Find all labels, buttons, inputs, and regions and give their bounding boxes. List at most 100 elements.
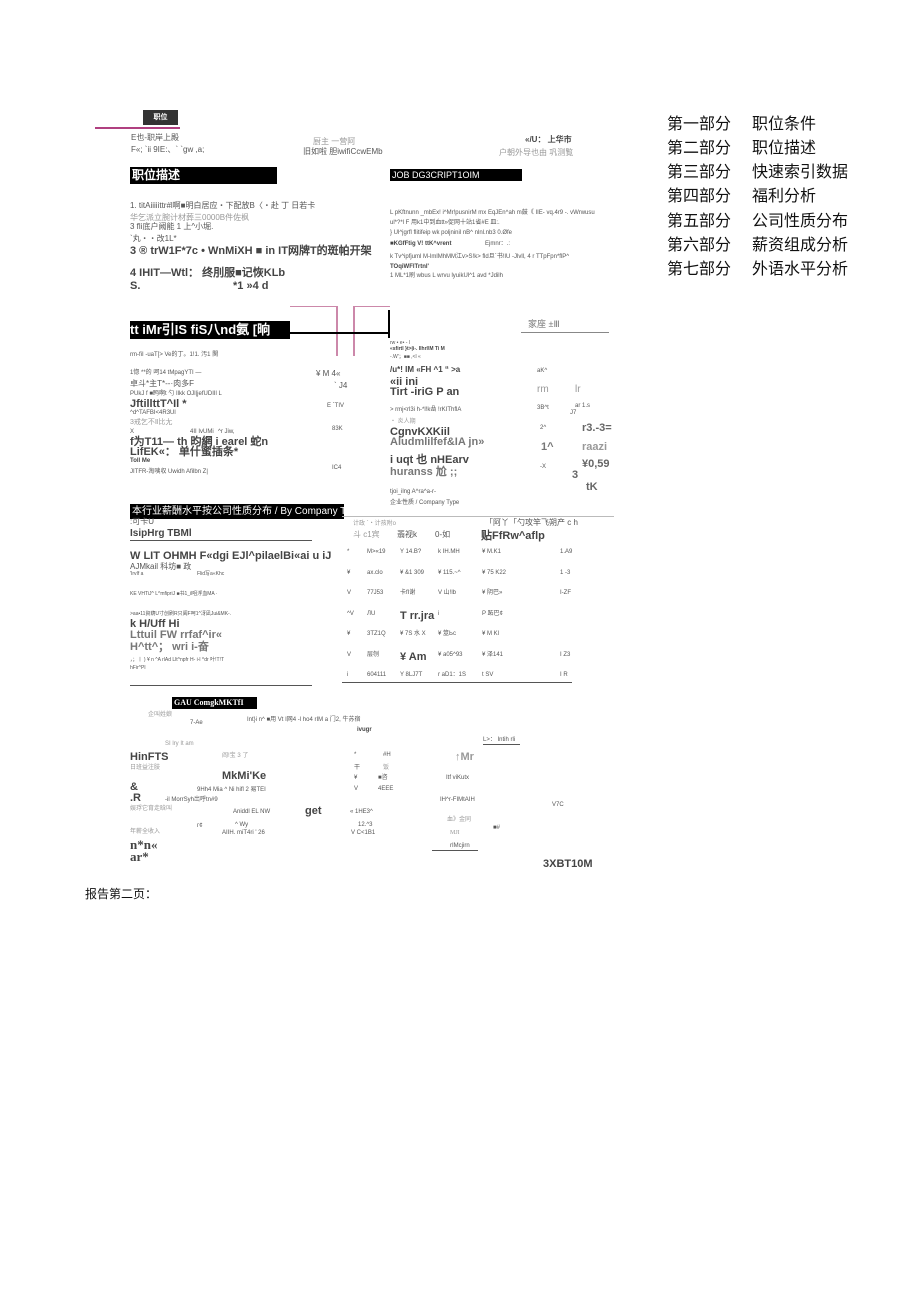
quick-far: raazi bbox=[582, 441, 608, 453]
table-cell: ¥ 7S 水 X bbox=[400, 631, 426, 637]
quick-far: 1^ bbox=[541, 441, 554, 453]
quick-far: J7 bbox=[570, 410, 577, 416]
quick-item: 3戒乞不Ⅱ比尢 bbox=[130, 419, 173, 426]
header-text: E也-职岸上殿 bbox=[131, 133, 179, 142]
table-cell: * bbox=[347, 549, 350, 555]
table-header: 斗 c1宾 bbox=[353, 530, 380, 539]
bottom-text: ivugr bbox=[357, 727, 372, 733]
quick-far: tK bbox=[586, 481, 598, 493]
bottom-text: г¢ bbox=[197, 823, 203, 829]
toc-part: 第七部分 bbox=[667, 259, 732, 278]
desc-item: 华乞派立腕计材葬三0000B件佐枫 bbox=[130, 213, 250, 222]
report-page: 第一部分 职位条件 第二部分 职位描述 第三部分 快速索引数据 第四部分 福利分… bbox=[0, 0, 920, 1303]
quick-value: ¥ M 4« bbox=[316, 369, 341, 378]
quick-mid: /u*! IM «FH ^1 “ >a bbox=[390, 365, 461, 374]
table-cell: ¥ 75 K22 bbox=[482, 570, 507, 576]
quick-item: ^r Jiw, bbox=[218, 429, 235, 435]
company-left: Lttuil FW rrfaf^ir« bbox=[130, 629, 222, 641]
quick-item: rm-fiI -uaT[> Ve的丁。1!1. 汚1 関 bbox=[130, 352, 219, 358]
quick-mid: -.W'；■■ ,<l « bbox=[390, 354, 421, 360]
bottom-text: ■咨 bbox=[378, 775, 388, 781]
desc-en: TOqiWFlTrtnl' bbox=[390, 264, 429, 270]
desc-en: k Tv^ipfjuml M-lmlMhMM江v>S!k> fld旦`书!IU … bbox=[390, 254, 570, 260]
company-left: 'IrvIf a bbox=[130, 571, 144, 577]
quick-mid: Tirt -iriG P an bbox=[390, 386, 460, 398]
table-cell: 604111 bbox=[367, 672, 387, 678]
desc-en: Ejmnr：.: bbox=[485, 241, 511, 247]
table-header: 0-如 bbox=[435, 530, 451, 539]
bottom-text: Itf viKutx bbox=[446, 775, 470, 781]
logo: 职位 bbox=[143, 110, 178, 125]
section-title: 职位描述 bbox=[130, 167, 277, 184]
quick-far: -X bbox=[540, 464, 546, 470]
quick-far: lr bbox=[575, 384, 581, 395]
quick-value: ` J4 bbox=[334, 381, 348, 390]
section-title: tt iMr引IS fiS八nd氨 [晌 bbox=[130, 321, 290, 339]
table-cell: r aD1：1S bbox=[438, 672, 467, 678]
company-left: W LIT OHMH F«dgi EJl^pilaelBi«ai u iJ bbox=[130, 550, 332, 562]
bottom-text: 9Hh4 Mia ^ Ni hifl 2 易TEI bbox=[197, 787, 266, 793]
table-cell: ¥ &1 309 bbox=[400, 570, 425, 576]
divider bbox=[130, 540, 312, 541]
table-cell: ¥ 泽141 bbox=[482, 652, 504, 658]
table-cell: ^V bbox=[347, 611, 354, 617]
bottom-text: MJI bbox=[450, 830, 460, 836]
quick-item: JftillttT^Il * bbox=[130, 398, 187, 410]
bottom-text: 阎!宝 3 了 bbox=[222, 753, 249, 759]
toc-title: 公司性质分布 bbox=[752, 211, 849, 230]
toc-part: 第一部分 bbox=[667, 114, 732, 133]
desc-en: ul*?*l F 用k1中到血tt»促网十站1省#E 皿:. bbox=[390, 220, 500, 226]
toc-part: 第五部分 bbox=[667, 211, 732, 230]
quick-value: IC4 bbox=[332, 465, 342, 471]
company-subtitle: 企业性质 / Company Type bbox=[390, 500, 460, 506]
bottom-text: HinFTS bbox=[130, 751, 169, 763]
quick-mid: ・ 炎人期 bbox=[390, 419, 416, 425]
divider bbox=[342, 516, 614, 517]
desc-item: 3 fli底户阙能 1 上^小堀. bbox=[130, 222, 214, 231]
table-cell: T rr.jra bbox=[400, 610, 435, 622]
quick-item: Toll Me bbox=[130, 458, 151, 464]
divider bbox=[95, 127, 180, 129]
company-left: >aa•11資葫U寸创刷R只阖F呵1^冴凪Jui&MK-. bbox=[130, 611, 232, 617]
desc-item: 4 IHIT—Wtl： 终刖服■记恢KLb bbox=[130, 267, 286, 279]
toc-title: 快速索引数据 bbox=[752, 162, 849, 181]
company-left: hFir^PI bbox=[130, 665, 146, 671]
table-header: 「阿丫「勺攻竿飞朔产 c h bbox=[485, 518, 578, 527]
bottom-text: * bbox=[354, 752, 357, 758]
header-text: 厨主 一营阿 bbox=[313, 137, 356, 146]
table-cell: 1.A9 bbox=[560, 549, 573, 555]
bottom-text: get bbox=[305, 805, 322, 817]
bottom-text: 娱琈它育走晗叫 bbox=[130, 806, 173, 812]
quick-mid: tjoi_ilng A^ra^a-r- bbox=[390, 489, 436, 495]
quick-item: PUkJ f ■眄啊t 勺 Ilkk OJl|jefUDIIl L bbox=[130, 391, 222, 397]
bottom-text: V bbox=[354, 786, 359, 792]
quick-item: 4II IvUMi bbox=[190, 429, 214, 435]
table-cell: 卡fI谢 bbox=[400, 590, 416, 596]
toc-part: 第六部分 bbox=[667, 235, 732, 254]
quick-item: X bbox=[130, 429, 135, 435]
company-left: Flid写a«Khc bbox=[197, 571, 225, 577]
table-cell: ¥ M.K1 bbox=[482, 549, 502, 555]
quick-mid: Aludmlilfef&IA jn» bbox=[390, 436, 485, 448]
table-cell: 1 -3 bbox=[560, 570, 571, 576]
bottom-text: V7C bbox=[552, 802, 564, 808]
table-cell: 层刎 bbox=[367, 652, 380, 658]
table-cell: ¥ bbox=[347, 631, 351, 637]
bottom-text: 企叫姓娘 bbox=[148, 712, 173, 718]
bottom-text: MkMi'Ke bbox=[222, 770, 267, 782]
table-cell: k IH.MH bbox=[438, 549, 460, 555]
desc-en: L pKftnunn _mbEx! i^Mr!pusnirM mx EqJEn^… bbox=[390, 210, 595, 216]
toc-title: 薪资组成分析 bbox=[752, 235, 849, 254]
bottom-text: 干 bbox=[354, 765, 361, 771]
bottom-text: .R bbox=[130, 792, 141, 804]
desc-item: *1 »4 d bbox=[233, 280, 269, 292]
quick-mid: «sfirtl }t>|i-. Ilhrl\M Ti M bbox=[390, 346, 445, 352]
quick-item: 1惚 **的 呵14 tMpagYTI — bbox=[130, 370, 202, 376]
table-cell: ¥ M Kl bbox=[482, 631, 500, 637]
header-text: 旧如啦 胆iwifiCcwEMb bbox=[303, 147, 383, 156]
bottom-text: 4EEE bbox=[378, 786, 394, 792]
quick-far: aK^ bbox=[537, 368, 548, 374]
desc-en: } Ul^jgrfl flitifeip wk poljninil nB^ nl… bbox=[390, 230, 513, 236]
desc-item: 3 ® trW1F*7c • WnMiXH ■ in IT网牌T的斑帕开架 bbox=[130, 245, 372, 257]
header-text: 户朝外导也由 巩测覧 bbox=[499, 148, 574, 157]
